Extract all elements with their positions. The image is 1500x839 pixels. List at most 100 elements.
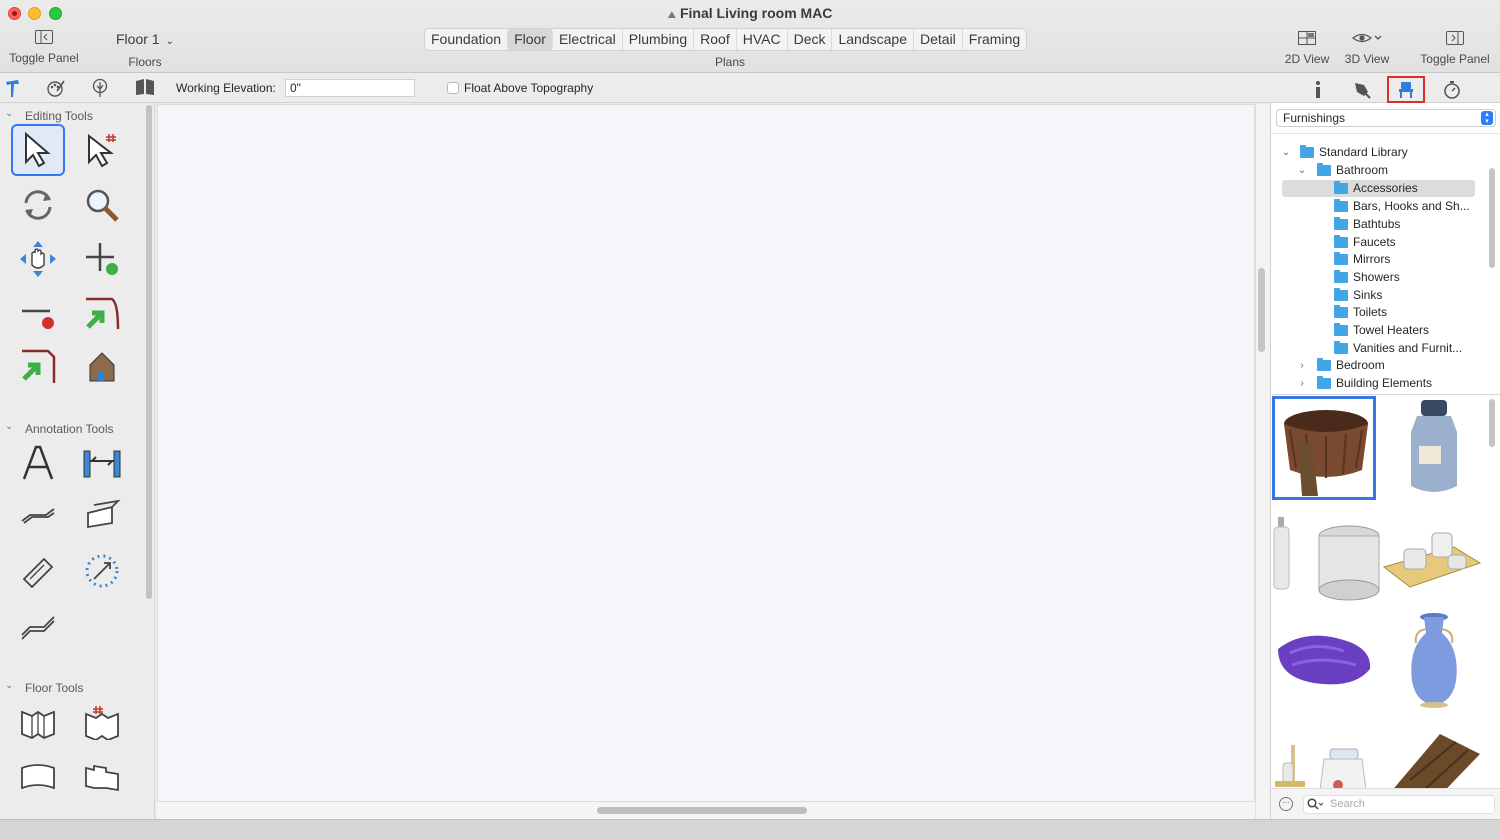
tree-item-bathtubs[interactable]: Bathtubs <box>1282 216 1482 233</box>
folder-icon <box>1334 181 1348 194</box>
title-toolbar: ⛰ Final Living room MAC Toggle Panel Floo… <box>0 0 1500 73</box>
tab-paint-tools[interactable] <box>45 78 67 98</box>
library-item-jar[interactable] <box>1382 396 1486 500</box>
delete-point-tool[interactable] <box>11 287 65 339</box>
3d-view-button[interactable]: 3D View <box>1338 31 1396 66</box>
tree-item-bars-hooks[interactable]: Bars, Hooks and Sh... <box>1282 198 1482 215</box>
break-line-icon <box>22 349 56 383</box>
floor-select[interactable]: Floor 1 ⌄ <box>108 28 182 50</box>
rotate-tool[interactable] <box>11 179 65 231</box>
info-icon <box>1316 81 1320 98</box>
stepped-floor-tool[interactable] <box>75 750 129 802</box>
library-item-basket[interactable] <box>1272 396 1376 500</box>
tab-library-tools[interactable] <box>134 78 156 98</box>
plan-plumbing[interactable]: Plumbing <box>623 29 695 50</box>
chevron-right-icon: › <box>1300 378 1304 389</box>
pan-tool[interactable] <box>11 233 65 285</box>
annotation-tools-header[interactable]: ⌄ Annotation Tools <box>0 419 140 439</box>
library-item-toothbrush-holder[interactable] <box>1271 713 1307 788</box>
select-tool[interactable] <box>11 124 65 176</box>
library-item-blue-vase[interactable] <box>1382 607 1486 711</box>
plan-deck[interactable]: Deck <box>788 29 833 50</box>
library-category-select[interactable]: Furnishings ▴ ▾ <box>1276 109 1496 127</box>
tab-timer[interactable] <box>1433 76 1471 103</box>
floor-tools-header[interactable]: ⌄ Floor Tools <box>0 678 140 698</box>
tab-info[interactable] <box>1299 76 1337 103</box>
callout-tool[interactable] <box>11 491 65 543</box>
tree-item-bathroom[interactable]: ⌄ Bathroom <box>1281 162 1481 179</box>
tree-item-building-elements[interactable]: › Building Elements <box>1281 375 1481 392</box>
tab-build-tools[interactable] <box>2 78 24 98</box>
folder-icon <box>1334 235 1348 248</box>
hand-move-icon <box>20 241 56 277</box>
library-item-glass-canister[interactable] <box>1308 510 1390 614</box>
floors-label: Floors <box>128 55 162 69</box>
library-item-bottle[interactable] <box>1271 503 1293 607</box>
toggle-panel-left-button[interactable]: Toggle Panel <box>4 30 84 65</box>
tree-item-accessories[interactable]: Accessories <box>1282 180 1475 197</box>
plan-landscape[interactable]: Landscape <box>832 29 914 50</box>
dimension-tool[interactable] <box>75 437 129 489</box>
search-icon <box>1307 798 1323 810</box>
editing-tools-header[interactable]: ⌄ Editing Tools <box>0 106 140 126</box>
tree-item-toilets[interactable]: Toilets <box>1282 304 1482 321</box>
canvas-horizontal-scrollbar[interactable] <box>597 807 807 814</box>
tree-item-standard-library[interactable]: ⌄ Standard Library <box>1281 144 1481 161</box>
sidebar-right-icon <box>1446 31 1464 45</box>
tree-item-towel-heaters[interactable]: Towel Heaters <box>1282 322 1482 339</box>
chevron-down-icon: ⌄ <box>1297 165 1307 176</box>
2d-view-button[interactable]: 2D View <box>1280 31 1334 66</box>
working-elevation-input[interactable]: 0" <box>285 79 415 97</box>
plan-floor[interactable]: Floor <box>508 29 553 50</box>
elevation-marker-tool[interactable] <box>75 491 129 543</box>
letter-a-icon <box>22 445 54 480</box>
text-tool[interactable] <box>11 437 65 489</box>
add-point-tool[interactable] <box>75 233 129 285</box>
library-item-vanity-tray-set[interactable] <box>1379 510 1485 614</box>
radial-dimension-tool[interactable] <box>75 545 129 597</box>
tree-item-vanities[interactable]: Vanities and Furnit... <box>1282 340 1482 357</box>
plan-hvac[interactable]: HVAC <box>737 29 788 50</box>
2d-view-label: 2D View <box>1284 52 1330 66</box>
tools-panel-scrollbar[interactable] <box>146 105 152 599</box>
break-tool[interactable] <box>11 341 65 393</box>
book-icon <box>136 79 154 95</box>
plan-detail[interactable]: Detail <box>914 29 963 50</box>
curved-floor-tool[interactable] <box>11 750 65 802</box>
library-item-soap-dispenser[interactable] <box>1308 723 1378 788</box>
float-above-topography-checkbox[interactable] <box>447 82 459 94</box>
drawing-canvas[interactable] <box>157 104 1255 802</box>
folder-icon <box>1334 199 1348 212</box>
line-arrow-tool[interactable] <box>11 599 65 651</box>
more-options-icon[interactable]: ··· <box>1279 797 1293 811</box>
canvas-vertical-scrollbar[interactable] <box>1258 268 1265 352</box>
tab-materials[interactable] <box>1343 76 1381 103</box>
plan-roof[interactable]: Roof <box>694 29 737 50</box>
toggle-panel-right-button[interactable]: Toggle Panel <box>1414 31 1496 66</box>
plan-framing[interactable]: Framing <box>963 29 1026 50</box>
library-tree-scrollbar[interactable] <box>1489 168 1495 268</box>
zoom-tool[interactable] <box>75 179 129 231</box>
library-thumbnails-scrollbar[interactable] <box>1489 399 1495 447</box>
tree-item-bedroom[interactable]: › Bedroom <box>1281 357 1481 374</box>
tree-item-sinks[interactable]: Sinks <box>1282 287 1482 304</box>
angled-dimension-tool[interactable] <box>11 545 65 597</box>
folder-icon <box>1334 341 1348 354</box>
join-tool[interactable] <box>75 287 129 339</box>
tree-item-mirrors[interactable]: Mirrors <box>1282 251 1482 268</box>
house-tool[interactable] <box>75 341 129 393</box>
tree-item-faucets[interactable]: Faucets <box>1282 234 1482 251</box>
floor-grid-tool[interactable] <box>75 696 129 748</box>
folder-icon <box>1317 376 1331 389</box>
select-group-tool[interactable] <box>75 124 129 176</box>
tree-item-showers[interactable]: Showers <box>1282 269 1482 286</box>
tab-landscape-tools[interactable] <box>89 78 111 98</box>
plan-foundation[interactable]: Foundation <box>425 29 509 50</box>
floor-tool[interactable] <box>11 696 65 748</box>
tab-library[interactable] <box>1387 76 1425 103</box>
minus-point-icon <box>22 309 54 329</box>
library-search-input[interactable]: Search <box>1303 795 1495 814</box>
library-item-purple-mat[interactable] <box>1272 607 1376 711</box>
plan-electrical[interactable]: Electrical <box>553 29 623 50</box>
library-item-wood-board[interactable] <box>1379 713 1485 788</box>
